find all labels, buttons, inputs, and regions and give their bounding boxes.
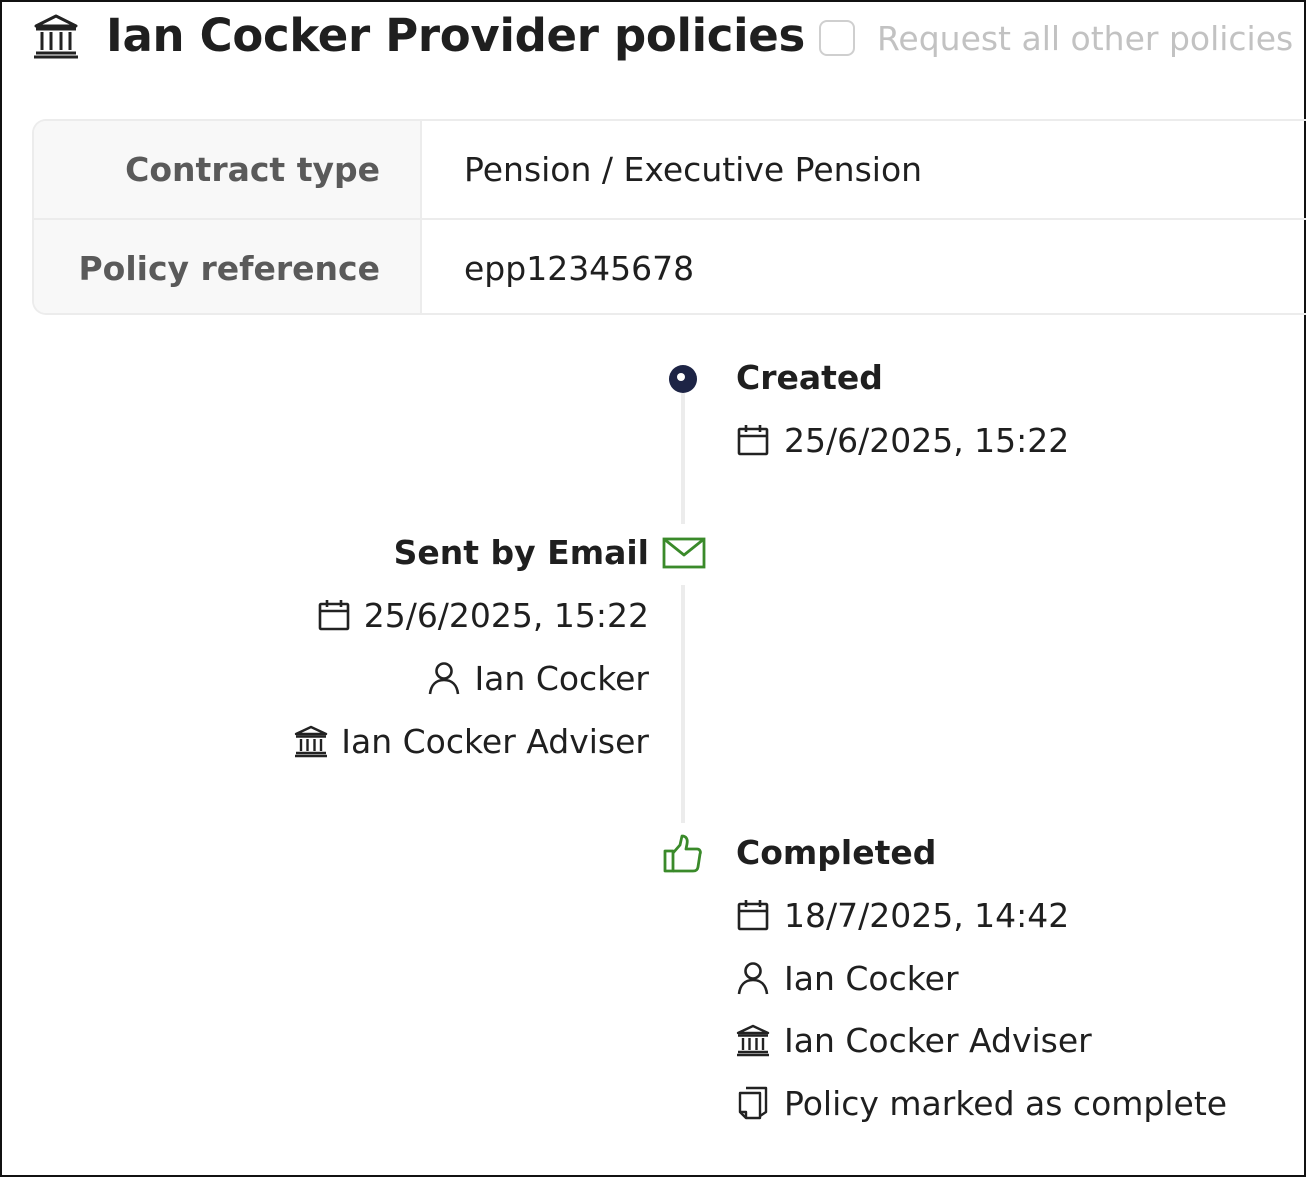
sent-title: Sent by Email (393, 533, 649, 572)
completed-date: 18/7/2025, 14:42 (736, 893, 1069, 937)
circle-dot-icon (669, 365, 697, 393)
calendar-icon (737, 425, 769, 456)
user-icon (737, 962, 769, 995)
request-all-label[interactable]: Request all other policies (877, 19, 1293, 58)
user-icon (429, 662, 460, 695)
completed-date-text: 18/7/2025, 14:42 (784, 895, 1070, 935)
contract-type-value: Pension / Executive Pension (464, 150, 923, 189)
completed-note: Policy marked as complete (736, 1081, 1227, 1125)
page-title: Ian Cocker Provider policies (106, 8, 805, 62)
details-row-policy-reference: Policy reference epp12345678 (34, 218, 1306, 313)
request-all-checkbox-box[interactable] (818, 20, 855, 56)
document-icon (738, 1086, 768, 1120)
envelope-icon (662, 537, 706, 569)
thumbs-up-icon (663, 834, 702, 873)
completed-organisation-text: Ian Cocker Adviser (784, 1020, 1092, 1060)
calendar-icon (318, 600, 350, 631)
completed-user: Ian Cocker (736, 956, 959, 1000)
sent-user-text: Ian Cocker (474, 658, 649, 698)
contract-type-label: Contract type (34, 121, 422, 218)
bank-icon (34, 14, 78, 59)
sent-date-text: 25/6/2025, 15:22 (363, 595, 649, 635)
created-date-text: 25/6/2025, 15:22 (784, 420, 1070, 460)
sent-user: Ian Cocker (427, 656, 649, 700)
completed-organisation: Ian Cocker Adviser (736, 1018, 1092, 1062)
policy-reference-label: Policy reference (34, 220, 422, 313)
completed-user-text: Ian Cocker (784, 958, 959, 998)
sent-organisation: Ian Cocker Adviser (294, 719, 649, 763)
page-header: Ian Cocker Provider policies Request all… (32, 4, 1293, 66)
policy-reference-value: epp12345678 (464, 249, 695, 288)
bank-icon (736, 1024, 770, 1057)
details-row-contract-type: Contract type Pension / Executive Pensio… (34, 121, 1306, 218)
created-date: 25/6/2025, 15:22 (736, 418, 1069, 462)
completed-title: Completed (736, 833, 937, 872)
completed-note-text: Policy marked as complete (784, 1083, 1228, 1123)
bank-icon (295, 725, 328, 758)
timeline-connector (681, 585, 685, 823)
created-title: Created (736, 358, 883, 397)
request-all-checkbox[interactable]: Request all other policies (818, 19, 1293, 58)
timeline-connector (681, 393, 685, 524)
policy-details-table: Contract type Pension / Executive Pensio… (32, 119, 1306, 315)
sent-date: 25/6/2025, 15:22 (317, 593, 649, 637)
sent-organisation-text: Ian Cocker Adviser (341, 721, 649, 761)
calendar-icon (737, 900, 769, 931)
